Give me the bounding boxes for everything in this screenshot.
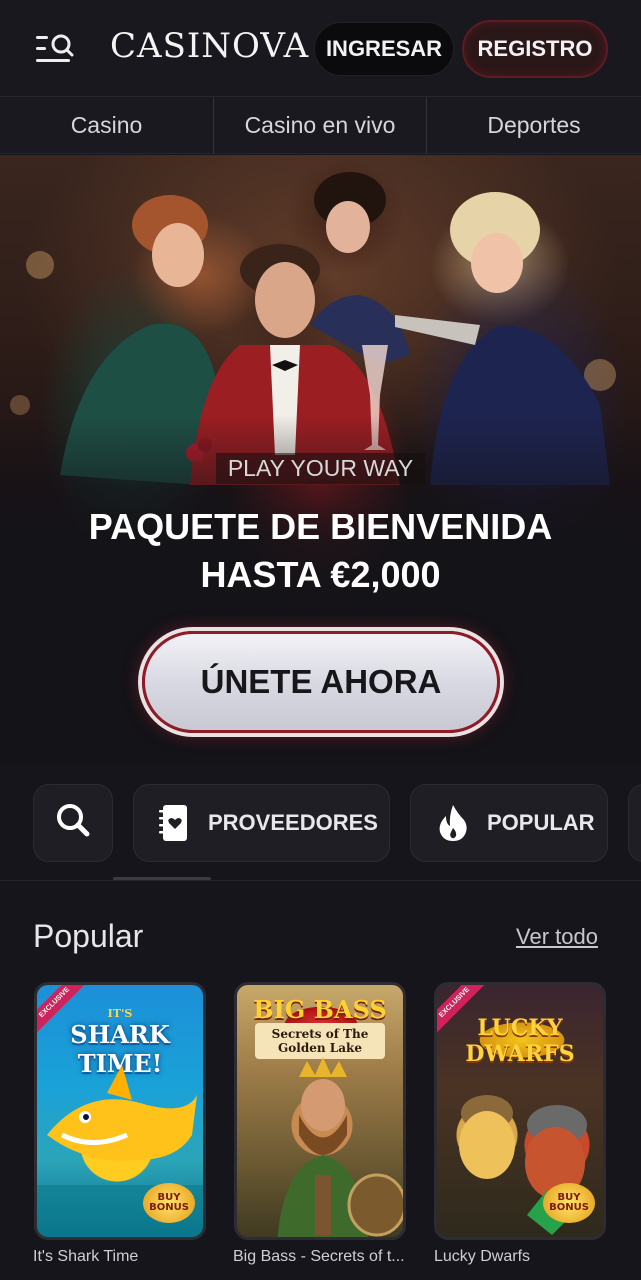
game-card-lucky-dwarfs[interactable]: EXCLUSIVE LUCKY DWARFS BUY BONUS	[434, 982, 606, 1240]
nav-tab-casino[interactable]: Casino	[0, 97, 213, 153]
buy-bonus-badge: BUY BONUS	[143, 1183, 195, 1223]
search-icon	[53, 800, 93, 846]
flame-icon	[435, 805, 471, 841]
filter-bar: PROVEEDORES POPULAR	[0, 770, 641, 880]
nav-tab-live-casino[interactable]: Casino en vivo	[213, 97, 427, 153]
hero-title-line2: HASTA €2,000	[200, 554, 441, 595]
popular-filter-button[interactable]: POPULAR	[410, 784, 608, 862]
hero-title: PAQUETE DE BIENVENIDA HASTA €2,000	[0, 503, 641, 599]
hero-title-line1: PAQUETE DE BIENVENIDA	[88, 506, 553, 547]
game-name[interactable]: Lucky Dwarfs	[434, 1248, 612, 1266]
register-button[interactable]: REGISTRO	[462, 20, 608, 78]
search-button[interactable]	[33, 784, 113, 862]
game-card-big-bass[interactable]: BIG BASS Secrets of The Golden Lake	[234, 982, 406, 1240]
notebook-heart-icon	[156, 805, 192, 841]
top-header: CASINOVA INGRESAR REGISTRO	[0, 0, 641, 96]
page: CASINOVA INGRESAR REGISTRO Casino Casino…	[0, 0, 641, 1280]
menu-search-icon[interactable]	[34, 32, 74, 66]
game-name[interactable]: Big Bass - Secrets of t...	[233, 1248, 411, 1266]
view-all-link[interactable]: Ver todo	[516, 924, 598, 950]
login-button[interactable]: INGRESAR	[314, 22, 454, 76]
providers-filter-button[interactable]: PROVEEDORES	[133, 784, 390, 862]
join-now-button[interactable]: ÚNETE AHORA	[142, 631, 500, 733]
casinova-logo[interactable]: CASINOVA	[110, 26, 309, 66]
fisherman-king-art	[277, 1057, 403, 1237]
providers-label: PROVEEDORES	[208, 810, 378, 835]
category-nav: Casino Casino en vivo Deportes	[0, 96, 641, 154]
nav-tab-sports[interactable]: Deportes	[427, 97, 641, 153]
game-name[interactable]: It's Shark Time	[33, 1248, 213, 1266]
divider	[0, 880, 641, 881]
hero-banner[interactable]: PLAY YOUR WAY PAQUETE DE BIENVENIDA HAST…	[0, 155, 641, 765]
game-card-shark-time[interactable]: EXCLUSIVE IT'S SHARK TIME! BUY BONUS	[34, 982, 206, 1240]
hero-tagline: PLAY YOUR WAY	[0, 453, 641, 484]
section-title-popular: Popular	[33, 918, 144, 954]
popular-label: POPULAR	[487, 810, 595, 835]
next-filter-button[interactable]	[628, 784, 641, 862]
buy-bonus-badge: BUY BONUS	[543, 1183, 595, 1223]
